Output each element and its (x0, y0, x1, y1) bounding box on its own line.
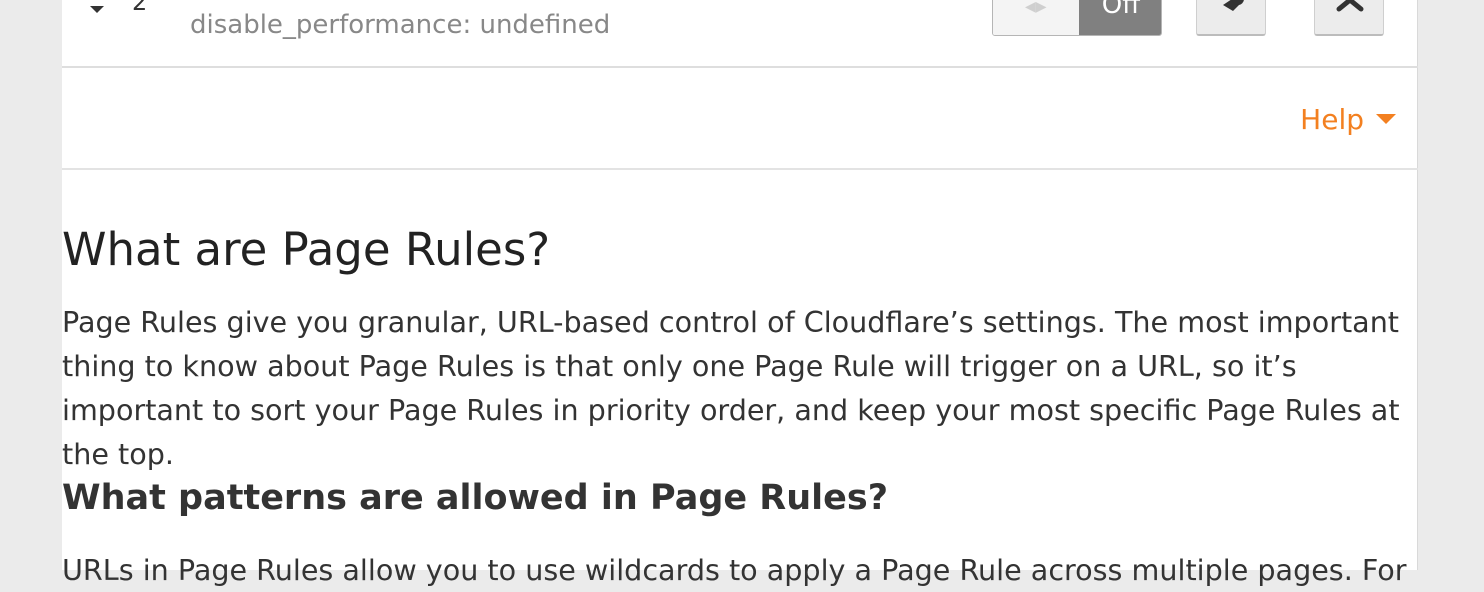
caret-down-icon[interactable] (90, 6, 104, 13)
rule-enabled-toggle[interactable]: ◀▶ Off (992, 0, 1162, 36)
help-title: What are Page Rules? (62, 223, 551, 276)
help-paragraph-patterns: URLs in Page Rules allow you to use wild… (62, 553, 1407, 587)
toggle-off-label: Off (1079, 0, 1161, 35)
edit-rule-button[interactable] (1196, 0, 1266, 36)
toggle-handle[interactable]: ◀▶ (993, 0, 1080, 35)
help-bar: Help (62, 72, 1418, 170)
help-paragraph: Page Rules give you granular, URL-based … (62, 305, 1400, 471)
close-icon (1336, 0, 1364, 12)
page-rule-row: 2 disable_performance: undefined ◀▶ Off (62, 0, 1418, 68)
rule-priority-number: 2 (132, 0, 148, 16)
page-rules-card: 2 disable_performance: undefined ◀▶ Off … (62, 0, 1418, 587)
caret-down-icon (1376, 114, 1396, 124)
help-toggle-label: Help (1300, 103, 1364, 136)
help-subtitle: What patterns are allowed in Page Rules? (62, 478, 889, 518)
help-toggle[interactable]: Help (1300, 100, 1396, 140)
wrench-icon (1223, 0, 1244, 11)
rule-setting-summary: disable_performance: undefined (190, 10, 611, 40)
arrows-horizontal-icon: ◀▶ (1025, 0, 1047, 15)
delete-rule-button[interactable] (1314, 0, 1384, 36)
